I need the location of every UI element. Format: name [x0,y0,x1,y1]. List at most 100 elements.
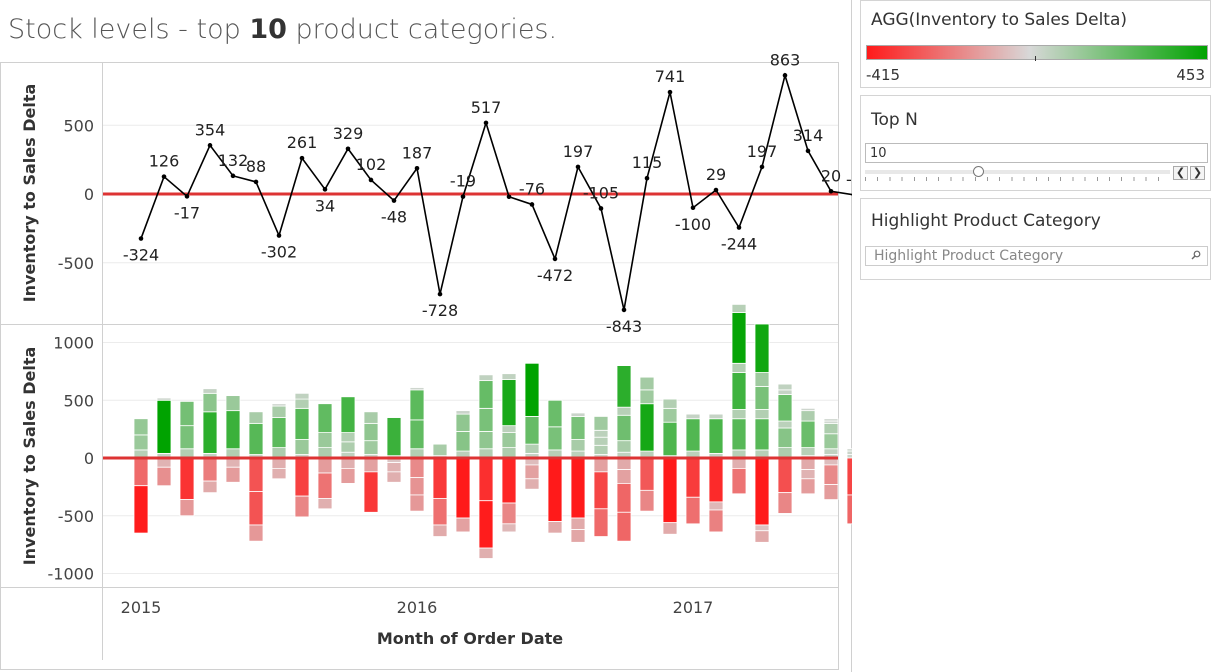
line-data-label: 261 [287,133,318,152]
bar-segment-negative [662,457,678,524]
bar-segment-positive [248,411,264,424]
color-legend-max-label: 453 [1176,66,1205,84]
bar-segment-positive [846,454,852,459]
highlight-search-input[interactable]: Highlight Product Category [865,246,1208,266]
line-data-label: -76 [519,179,545,198]
slider-increment-button[interactable]: ❯ [1190,166,1205,180]
bar-segment-positive [800,407,816,412]
bar-segment-negative [340,467,356,484]
bar-segment-positive [616,440,632,453]
bar-segment-negative [432,524,448,537]
bar-segment-positive [639,389,655,405]
bar-segment-positive [501,425,517,433]
line-data-label: -244 [721,235,757,254]
bar-segment-positive [478,431,494,450]
bar-segment-negative [731,457,747,469]
line-point [529,202,535,207]
line-data-label: -302 [261,243,297,262]
bar-segment-negative [248,491,264,526]
bar-segment-positive [340,441,356,453]
bar-segment-positive [570,416,586,440]
bar-segment-positive [455,413,471,432]
chevron-right-icon: ❯ [1192,166,1203,179]
bar-segment-negative [777,492,793,514]
bar-y-tick-label: -500 [58,507,94,526]
bar-segment-positive [478,407,494,432]
bar-segment-positive [570,412,586,417]
line-data-label: 34 [315,196,335,215]
bar-segment-positive [685,413,701,420]
bar-segment-positive [501,373,517,380]
line-data-label: 29 [706,165,726,184]
bar-segment-positive [777,427,793,449]
line-chart-panel: 500 0 -500 Inventory to Sales Delta -324 126 -… [20,50,852,336]
line-data-label: -728 [422,301,458,320]
line-data-label: 132 [218,151,249,170]
color-legend-panel: AGG(Inventory to Sales Delta) -415 453 [860,0,1211,88]
bar-segment-positive [179,425,195,450]
bar-y-tick-label: 0 [84,449,94,468]
bar-segment-positive [202,411,218,454]
bar-segment-negative [432,457,448,499]
line-point [230,173,236,179]
bar-segment-negative [708,501,724,511]
slider-thumb[interactable] [973,166,984,177]
stacked-bar-chart-panel: 1000 500 0 -500 -1000 Inventory to Sales Delt… [20,303,852,584]
line-point [759,164,765,170]
bar-segment-positive [524,443,540,454]
bar-y-tick-label: 1000 [53,334,94,353]
bar-segment-positive [179,401,195,427]
bar-segment-positive [823,418,839,422]
bar-segment-positive [363,411,379,424]
slider-track[interactable] [865,170,1170,174]
bar-segment-negative [501,502,517,525]
bar-segment-negative [685,496,701,525]
color-legend-gradient [866,45,1208,61]
bar-segment-negative [639,457,655,491]
bar-segment-positive [294,398,310,409]
bar-segment-negative [570,517,586,531]
bar-y-tick-label: 500 [63,391,94,410]
bar-segment-negative [823,464,839,485]
bar-segment-positive [478,380,494,409]
bar-segment-positive [363,440,379,455]
bar-segment-negative [248,457,264,492]
bar-segment-positive [547,399,563,428]
bar-segment-positive [685,418,701,452]
bar-segment-positive [524,416,540,445]
search-icon[interactable] [1191,250,1201,260]
top-n-input[interactable]: 10 [865,143,1208,163]
bar-segment-negative [800,457,816,470]
line-point [276,233,282,238]
bar-segment-positive [846,450,852,455]
bar-segment-positive [202,392,218,413]
bar-segment-negative [409,494,425,512]
bar-segment-positive [800,420,816,449]
bar-segment-positive [800,447,816,457]
line-point [690,205,696,211]
top-n-slider[interactable]: ❮ ❯ [865,166,1208,182]
highlight-placeholder: Highlight Product Category [874,248,1064,264]
bar-segment-positive [294,407,310,440]
bar-segment-negative [294,457,310,497]
line-data-label: -472 [537,266,573,285]
bar-segment-negative [524,478,540,490]
bar-segment-negative [501,523,517,533]
slider-decrement-button[interactable]: ❮ [1173,166,1188,180]
bar-segment-positive [386,417,402,457]
bar-segment-negative [846,494,852,525]
bar-segment-positive [823,448,839,455]
line-point [575,164,581,170]
line-data-label: -843 [606,317,642,336]
color-legend-min-label: -415 [866,66,901,84]
line-y-axis-title: Inventory to Sales Delta [20,84,39,303]
bar-segment-positive [662,407,678,423]
line-point [736,225,742,230]
bar-segment-positive [731,418,747,451]
bar-segment-positive [225,395,241,412]
line-point [644,175,650,181]
bar-segment-positive [432,443,448,457]
bar-segment-positive [616,365,632,408]
bar-segment-positive [271,417,287,449]
bar-segment-negative [478,500,494,549]
